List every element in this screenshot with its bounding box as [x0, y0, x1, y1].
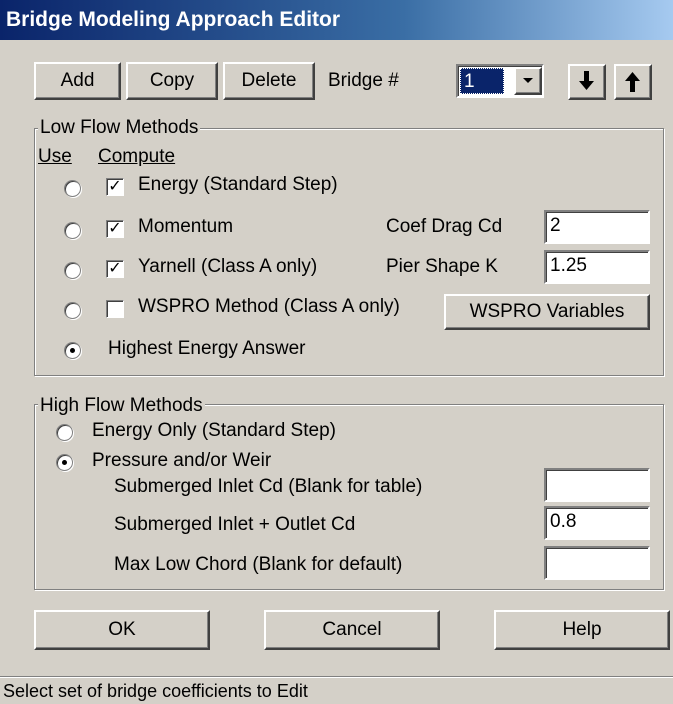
- arrow-up-icon: [625, 72, 640, 92]
- compute-energy-checkbox[interactable]: ✓: [106, 178, 124, 196]
- radio-selected-dot: [62, 460, 67, 465]
- bridge-number-select[interactable]: 1: [456, 64, 544, 98]
- max-low-chord-label: Max Low Chord (Blank for default): [114, 554, 403, 575]
- energy-only-radio[interactable]: [56, 424, 73, 441]
- yarnell-label: Yarnell (Class A only): [138, 256, 318, 277]
- help-button[interactable]: Help: [494, 610, 670, 650]
- max-low-chord-input[interactable]: [544, 546, 650, 580]
- momentum-label: Momentum: [138, 216, 234, 237]
- highest-energy-label: Highest Energy Answer: [108, 338, 306, 359]
- energy-only-label: Energy Only (Standard Step): [92, 420, 336, 441]
- coef-drag-input[interactable]: 2: [544, 210, 650, 244]
- use-energy-radio[interactable]: [64, 180, 81, 197]
- bridge-number-selection: 1: [460, 68, 504, 94]
- pressure-weir-label: Pressure and/or Weir: [92, 450, 272, 471]
- submerged-inlet-input[interactable]: [544, 468, 650, 502]
- ok-button[interactable]: OK: [34, 610, 210, 650]
- copy-button[interactable]: Copy: [126, 62, 218, 100]
- highest-energy-radio[interactable]: [64, 342, 81, 359]
- low-flow-legend: Low Flow Methods: [38, 117, 201, 138]
- compute-momentum-checkbox[interactable]: ✓: [106, 220, 124, 238]
- title-bar: Bridge Modeling Approach Editor: [0, 0, 673, 40]
- pressure-weir-radio[interactable]: [56, 454, 73, 471]
- compute-yarnell-checkbox[interactable]: ✓: [106, 260, 124, 278]
- add-button[interactable]: Add: [34, 62, 121, 100]
- use-momentum-radio[interactable]: [64, 222, 81, 239]
- bridge-dropdown-button[interactable]: [514, 67, 542, 95]
- radio-selected-dot: [70, 348, 75, 353]
- submerged-inlet-outlet-input[interactable]: 0.8: [544, 506, 650, 540]
- pier-shape-label: Pier Shape K: [386, 256, 498, 277]
- submerged-inlet-label: Submerged Inlet Cd (Blank for table): [114, 476, 423, 497]
- wspro-label: WSPRO Method (Class A only): [138, 296, 400, 317]
- compute-header: Compute: [98, 146, 176, 167]
- delete-button[interactable]: Delete: [223, 62, 315, 100]
- submerged-inlet-outlet-label: Submerged Inlet + Outlet Cd: [114, 514, 356, 535]
- coef-drag-label: Coef Drag Cd: [386, 216, 503, 237]
- window-title: Bridge Modeling Approach Editor: [6, 8, 341, 31]
- pier-shape-input[interactable]: 1.25: [544, 250, 650, 284]
- energy-label: Energy (Standard Step): [138, 174, 338, 195]
- move-up-button[interactable]: [614, 64, 652, 100]
- status-text: Select set of bridge coefficients to Edi…: [3, 681, 308, 701]
- high-flow-legend: High Flow Methods: [38, 395, 205, 416]
- wspro-variables-button[interactable]: WSPRO Variables: [444, 294, 650, 330]
- use-yarnell-radio[interactable]: [64, 262, 81, 279]
- bridge-number-label: Bridge #: [328, 70, 399, 91]
- compute-wspro-checkbox[interactable]: [106, 300, 124, 318]
- bridge-editor-window: Bridge Modeling Approach Editor Add Copy…: [0, 0, 673, 704]
- use-header: Use: [38, 146, 72, 167]
- use-wspro-radio[interactable]: [64, 302, 81, 319]
- status-bar: Select set of bridge coefficients to Edi…: [0, 676, 673, 704]
- chevron-down-icon: [523, 78, 533, 83]
- bridge-number-value: 1: [464, 71, 475, 92]
- cancel-button[interactable]: Cancel: [264, 610, 440, 650]
- arrow-down-icon: [579, 71, 594, 90]
- move-down-button[interactable]: [568, 64, 606, 100]
